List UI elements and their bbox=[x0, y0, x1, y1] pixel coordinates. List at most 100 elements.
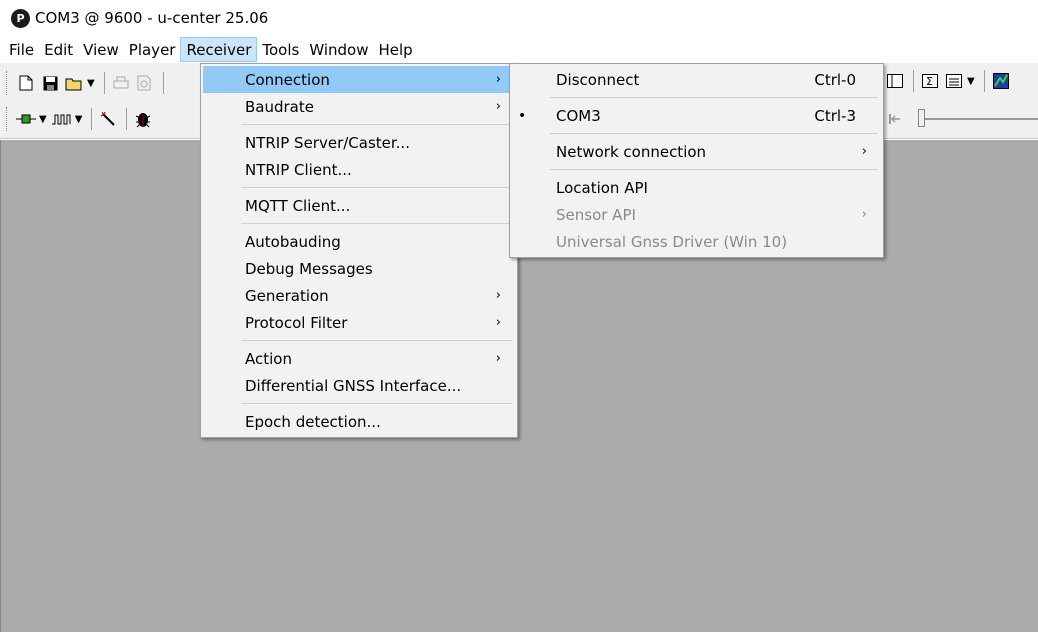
menu-bar: File Edit View Player Receiver Tools Win… bbox=[0, 36, 1038, 63]
menu-item-shortcut: Ctrl-3 bbox=[814, 106, 856, 125]
chevron-down-icon[interactable]: ▼ bbox=[39, 114, 47, 125]
menu-separator bbox=[241, 187, 512, 188]
toolbar-right-row-2 bbox=[884, 104, 1038, 134]
menu-item-label: Action bbox=[245, 349, 292, 368]
menu-separator bbox=[550, 133, 878, 134]
checked-bullet-icon: • bbox=[518, 107, 527, 124]
menu-item-label: Epoch detection... bbox=[245, 412, 381, 431]
toolbar-grip[interactable] bbox=[6, 71, 9, 95]
submenu-arrow-icon: › bbox=[495, 288, 501, 303]
list-icon[interactable] bbox=[943, 70, 965, 92]
menu-item-label: Protocol Filter bbox=[245, 313, 348, 332]
toolbar-right-row-1: Σ ▼ bbox=[884, 66, 1014, 96]
wizard-icon[interactable] bbox=[97, 108, 119, 130]
chevron-down-icon[interactable]: ▼ bbox=[967, 76, 975, 87]
menu-item-label: Disconnect bbox=[556, 70, 640, 89]
menu-item-label: Connection bbox=[245, 70, 330, 89]
menu-item-label: Sensor API bbox=[556, 205, 636, 224]
menu-item-connection[interactable]: Connection › bbox=[203, 66, 515, 93]
sum-icon[interactable]: Σ bbox=[919, 70, 941, 92]
debug-bug-icon[interactable] bbox=[132, 108, 154, 130]
toolbar-row-2: ▼ ▼ bbox=[0, 101, 156, 137]
submenu-arrow-icon: › bbox=[495, 99, 501, 114]
menu-item-label: Universal Gnss Driver (Win 10) bbox=[556, 232, 788, 251]
menu-item-label: COM3 bbox=[556, 106, 601, 125]
open-folder-icon[interactable] bbox=[63, 72, 85, 94]
menu-separator bbox=[241, 124, 512, 125]
submenu-arrow-icon: › bbox=[495, 351, 501, 366]
menu-item-universal-gnss-driver: Universal Gnss Driver (Win 10) bbox=[512, 228, 881, 255]
menu-separator bbox=[241, 340, 512, 341]
toolbar-grip[interactable] bbox=[6, 107, 9, 131]
toolbar-separator bbox=[162, 72, 164, 94]
menu-item-location-api[interactable]: Location API bbox=[512, 174, 881, 201]
new-file-icon[interactable] bbox=[15, 72, 37, 94]
menu-file[interactable]: File bbox=[4, 37, 39, 62]
toolbar-separator bbox=[103, 72, 105, 94]
toolbar-separator bbox=[983, 70, 985, 92]
panel-icon[interactable] bbox=[884, 70, 906, 92]
print-icon[interactable] bbox=[110, 72, 132, 94]
menu-item-network-connection[interactable]: Network connection › bbox=[512, 138, 881, 165]
menu-item-debug-messages[interactable]: Debug Messages bbox=[203, 255, 515, 282]
toolbar-separator bbox=[126, 108, 128, 130]
menu-separator bbox=[550, 97, 878, 98]
svg-text:Σ: Σ bbox=[926, 75, 933, 88]
connection-submenu: Disconnect Ctrl-0 • COM3 Ctrl-3 Network … bbox=[509, 63, 884, 258]
menu-item-differential-gnss[interactable]: Differential GNSS Interface... bbox=[203, 372, 515, 399]
menu-view[interactable]: View bbox=[78, 37, 124, 62]
slider-thumb[interactable] bbox=[918, 109, 925, 127]
app-logo-icon: P bbox=[11, 8, 30, 28]
menu-item-autobauding[interactable]: Autobauding bbox=[203, 228, 515, 255]
menu-item-disconnect[interactable]: Disconnect Ctrl-0 bbox=[512, 66, 881, 93]
menu-edit[interactable]: Edit bbox=[39, 37, 78, 62]
submenu-arrow-icon: › bbox=[495, 315, 501, 330]
menu-item-label: Differential GNSS Interface... bbox=[245, 376, 462, 395]
menu-player[interactable]: Player bbox=[124, 37, 181, 62]
submenu-arrow-icon: › bbox=[861, 144, 867, 159]
chevron-down-icon[interactable]: ▼ bbox=[87, 78, 95, 89]
receiver-menu: Connection › Baudrate › NTRIP Server/Cas… bbox=[200, 63, 518, 438]
chart-icon[interactable] bbox=[990, 70, 1012, 92]
menu-item-action[interactable]: Action › bbox=[203, 345, 515, 372]
menu-item-label: MQTT Client... bbox=[245, 196, 351, 215]
menu-item-ntrip-client[interactable]: NTRIP Client... bbox=[203, 156, 515, 183]
connection-icon[interactable] bbox=[15, 108, 37, 130]
menu-item-label: Location API bbox=[556, 178, 648, 197]
baudrate-icon[interactable] bbox=[51, 108, 73, 130]
chevron-down-icon[interactable]: ▼ bbox=[75, 114, 83, 125]
menu-item-label: Generation bbox=[245, 286, 329, 305]
menu-item-baudrate[interactable]: Baudrate › bbox=[203, 93, 515, 120]
menu-separator bbox=[241, 403, 512, 404]
save-icon[interactable] bbox=[39, 72, 61, 94]
menu-tools[interactable]: Tools bbox=[257, 37, 304, 62]
title-bar: P COM3 @ 9600 - u-center 25.06 bbox=[0, 0, 1038, 36]
menu-receiver[interactable]: Receiver bbox=[180, 37, 258, 62]
menu-window[interactable]: Window bbox=[304, 37, 373, 62]
menu-item-generation[interactable]: Generation › bbox=[203, 282, 515, 309]
menu-item-mqtt-client[interactable]: MQTT Client... bbox=[203, 192, 515, 219]
menu-item-protocol-filter[interactable]: Protocol Filter › bbox=[203, 309, 515, 336]
menu-item-epoch-detection[interactable]: Epoch detection... bbox=[203, 408, 515, 435]
submenu-arrow-icon: › bbox=[495, 72, 501, 87]
menu-item-label: Network connection bbox=[556, 142, 707, 161]
menu-item-com3[interactable]: • COM3 Ctrl-3 bbox=[512, 102, 881, 129]
print-preview-icon[interactable] bbox=[134, 72, 156, 94]
menu-item-label: NTRIP Server/Caster... bbox=[245, 133, 410, 152]
submenu-arrow-icon: › bbox=[861, 207, 867, 222]
rewind-icon[interactable] bbox=[884, 108, 906, 130]
playback-slider[interactable] bbox=[918, 109, 1038, 127]
menu-separator bbox=[550, 169, 878, 170]
menu-item-shortcut: Ctrl-0 bbox=[814, 70, 856, 89]
menu-help[interactable]: Help bbox=[373, 37, 417, 62]
toolbar-separator bbox=[913, 70, 914, 92]
menu-item-label: Autobauding bbox=[245, 232, 341, 251]
menu-item-label: Baudrate bbox=[245, 97, 314, 116]
menu-item-label: Debug Messages bbox=[245, 259, 373, 278]
menu-item-ntrip-server[interactable]: NTRIP Server/Caster... bbox=[203, 129, 515, 156]
toolbar-row-1: ▼ bbox=[0, 65, 169, 101]
menu-item-sensor-api: Sensor API › bbox=[512, 201, 881, 228]
menu-item-label: NTRIP Client... bbox=[245, 160, 352, 179]
window-title: COM3 @ 9600 - u-center 25.06 bbox=[35, 9, 269, 27]
toolbar-separator bbox=[91, 108, 93, 130]
